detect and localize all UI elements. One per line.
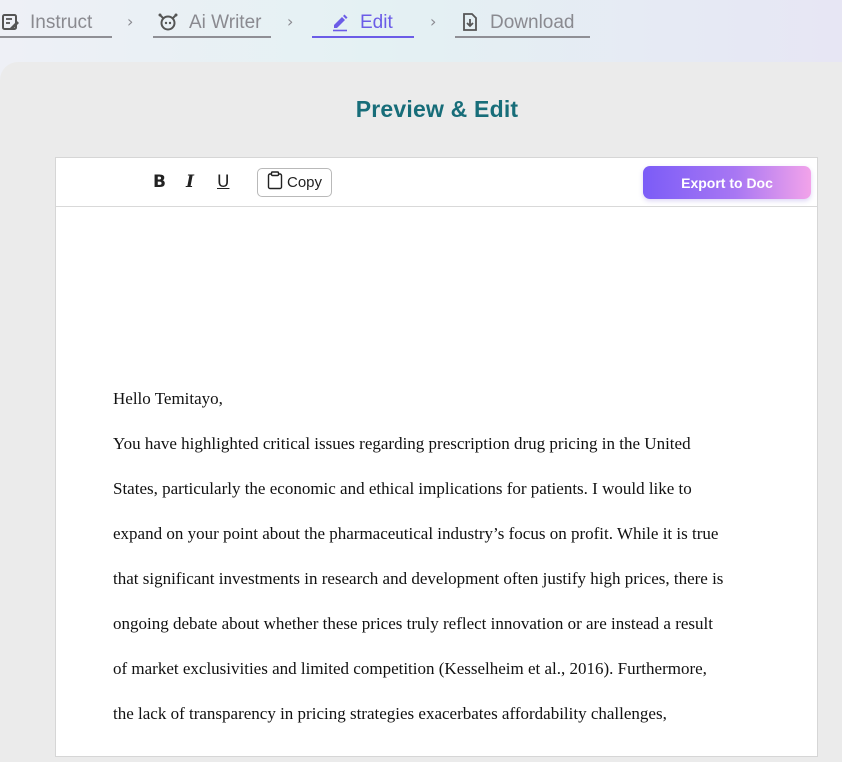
- robot-icon: [157, 12, 179, 32]
- copy-button[interactable]: Copy: [257, 168, 332, 197]
- text-line: of market exclusivities and limited comp…: [113, 659, 707, 678]
- text-line: ongoing debate about whether these price…: [113, 614, 713, 633]
- italic-button[interactable]: I: [186, 172, 194, 192]
- document-body[interactable]: Hello Temitayo, You have highlighted cri…: [113, 376, 773, 736]
- step-ai-writer[interactable]: Ai Writer: [153, 8, 271, 38]
- greeting: Hello Temitayo,: [113, 389, 223, 408]
- underline-button[interactable]: U: [217, 172, 229, 192]
- copy-label: Copy: [287, 174, 323, 191]
- edit-document-icon: [0, 12, 20, 32]
- page-title: Preview & Edit: [355, 96, 519, 122]
- document-editor[interactable]: B I U Copy Export to Doc Hello Temitayo,…: [55, 157, 818, 757]
- text-line: that significant investments in research…: [113, 569, 724, 588]
- export-to-doc-button[interactable]: Export to Doc: [643, 166, 811, 199]
- chevron-right-icon: ›: [287, 12, 294, 31]
- step-label: Download: [490, 11, 575, 33]
- stepper: Instruct › Ai Writer › Edit › Download: [0, 0, 842, 48]
- pencil-icon: [330, 12, 350, 32]
- step-label: Edit: [360, 11, 393, 33]
- step-download[interactable]: Download: [455, 8, 590, 38]
- clipboard-icon: [267, 170, 283, 195]
- step-label: Instruct: [30, 11, 93, 33]
- text-line: expand on your point about the pharmaceu…: [113, 524, 719, 543]
- step-instruct[interactable]: Instruct: [0, 8, 112, 38]
- text-line: the lack of transparency in pricing stra…: [113, 704, 667, 723]
- step-label: Ai Writer: [189, 11, 262, 33]
- text-line: You have highlighted critical issues reg…: [113, 434, 691, 453]
- paragraph: You have highlighted critical issues reg…: [113, 421, 773, 736]
- editor-toolbar: B I U Copy Export to Doc: [56, 158, 817, 207]
- step-edit[interactable]: Edit: [312, 8, 414, 38]
- export-label: Export to Doc: [681, 174, 773, 191]
- download-document-icon: [460, 12, 480, 32]
- chevron-right-icon: ›: [430, 12, 437, 31]
- text-line: States, particularly the economic and et…: [113, 479, 692, 498]
- chevron-right-icon: ›: [127, 12, 134, 31]
- bold-button[interactable]: B: [153, 172, 166, 192]
